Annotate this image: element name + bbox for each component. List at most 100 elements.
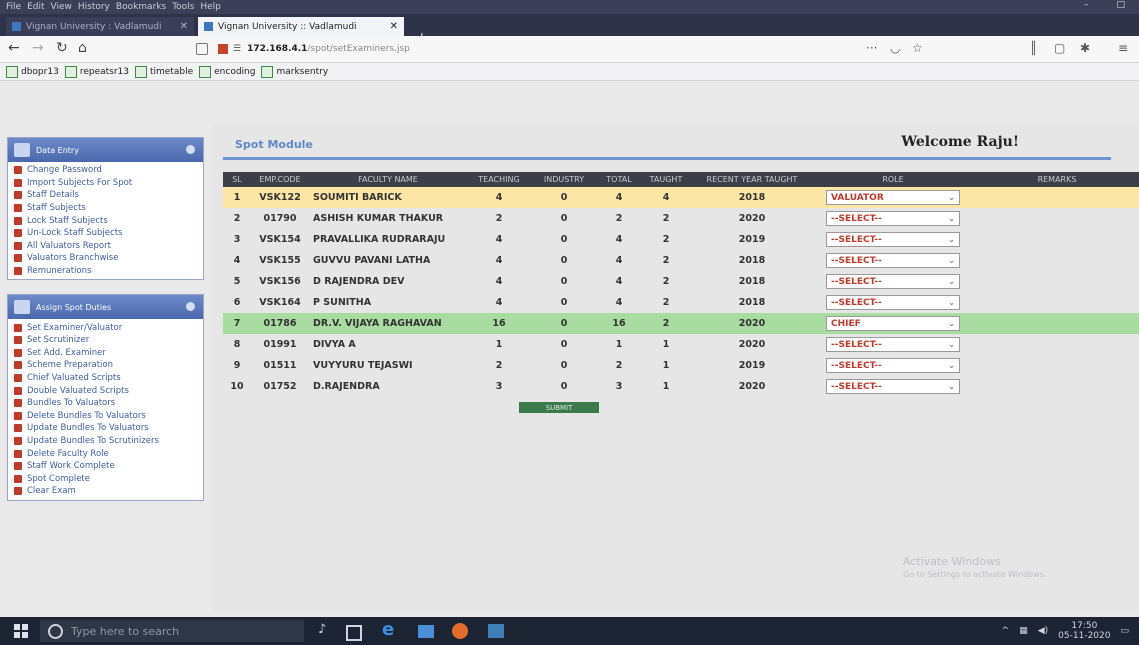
back-icon[interactable]: ← bbox=[8, 40, 20, 56]
task-view-icon[interactable] bbox=[346, 625, 362, 641]
menu-item-icon bbox=[14, 336, 22, 345]
bookmark-item[interactable]: repeatsr13 bbox=[64, 65, 129, 78]
role-select[interactable]: --SELECT-- ⌄ bbox=[826, 358, 960, 373]
sidebar-item-lock-staff-subjects[interactable]: Lock Staff Subjects bbox=[8, 214, 203, 227]
address-bar[interactable]: ☰ 172.168.4.1 /spot/setExaminers.jsp bbox=[196, 40, 946, 58]
sidebar-icon[interactable]: ▢ bbox=[1054, 41, 1065, 55]
bookmark-label: repeatsr13 bbox=[79, 66, 129, 77]
menu-history[interactable]: History bbox=[78, 2, 110, 12]
role-select[interactable]: --SELECT-- ⌄ bbox=[826, 232, 960, 247]
firefox-icon[interactable] bbox=[452, 623, 468, 639]
pocket-icon[interactable]: ◡ bbox=[890, 41, 900, 55]
sidebar-item-clear-exam[interactable]: Clear Exam bbox=[8, 485, 203, 498]
app-icon[interactable] bbox=[488, 624, 504, 638]
sidebar-item-remunerations[interactable]: Remunerations bbox=[8, 265, 203, 278]
menu-edit[interactable]: Edit bbox=[27, 2, 44, 12]
windows-start-icon[interactable] bbox=[14, 624, 28, 638]
sidebar-item-staff-details[interactable]: Staff Details bbox=[8, 189, 203, 202]
permissions-icon[interactable] bbox=[218, 44, 228, 54]
sidebar-item-staff-subjects[interactable]: Staff Subjects bbox=[8, 202, 203, 215]
bookmark-item[interactable]: marksentry bbox=[261, 65, 328, 78]
sidebar-item-un-lock-staff-subjects[interactable]: Un-Lock Staff Subjects bbox=[8, 227, 203, 240]
bookmark-star-icon[interactable]: ☆ bbox=[912, 41, 923, 55]
bookmark-item[interactable]: dbopr13 bbox=[6, 65, 59, 78]
menu-bookmarks[interactable]: Bookmarks bbox=[116, 2, 166, 12]
reload-icon[interactable]: ↻ bbox=[56, 40, 68, 56]
collapse-icon[interactable] bbox=[186, 302, 195, 312]
data-entry-panel: Data Entry Change Password Import Subject… bbox=[7, 137, 204, 281]
close-icon[interactable]: ✕ bbox=[390, 21, 398, 32]
library-icon[interactable]: ║ bbox=[1030, 41, 1037, 55]
browser-menubar: File Edit View History Bookmarks Tools H… bbox=[0, 0, 1139, 14]
tab-active[interactable]: Vignan University :: Vadlamudi ✕ bbox=[198, 17, 404, 36]
industry-cell: 0 bbox=[560, 234, 568, 245]
recent-year-cell: 2019 bbox=[738, 360, 766, 371]
microphone-icon[interactable]: ♪ bbox=[318, 622, 336, 640]
sidebar-item-chief-valuated-scripts[interactable]: Chief Valuated Scripts bbox=[8, 372, 203, 385]
page-actions-icon[interactable]: ··· bbox=[866, 41, 877, 55]
sidebar-item-set-examiner-valuator[interactable]: Set Examiner/Valuator bbox=[8, 321, 203, 334]
sidebar-item-staff-work-complete[interactable]: Staff Work Complete bbox=[8, 460, 203, 473]
sidebar-item-delete-faculty-role[interactable]: Delete Faculty Role bbox=[8, 447, 203, 460]
role-select[interactable]: --SELECT-- ⌄ bbox=[826, 274, 960, 289]
sidebar-item-set-scrutinizer[interactable]: Set Scrutinizer bbox=[8, 334, 203, 347]
sidebar-item-label: Scheme Preparation bbox=[27, 360, 114, 371]
taught-cell: 2 bbox=[662, 213, 670, 224]
minimize-button[interactable]: – bbox=[1084, 0, 1089, 10]
bookmark-label: encoding bbox=[214, 66, 256, 77]
panel-header[interactable]: Assign Spot Duties bbox=[8, 295, 203, 320]
menu-help[interactable]: Help bbox=[200, 2, 221, 12]
sidebar-item-all-valuators-report[interactable]: All Valuators Report bbox=[8, 240, 203, 253]
role-select[interactable]: --SELECT-- ⌄ bbox=[826, 379, 960, 394]
sidebar-item-delete-bundles-to-valuators[interactable]: Delete Bundles To Valuators bbox=[8, 410, 203, 423]
forward-icon[interactable]: → bbox=[32, 40, 44, 56]
taskbar-search[interactable]: Type here to search bbox=[40, 620, 304, 642]
panel-header[interactable]: Data Entry bbox=[8, 138, 203, 162]
menu-icon[interactable]: ≡ bbox=[1118, 41, 1128, 55]
collapse-icon[interactable] bbox=[186, 145, 195, 154]
extension-icon[interactable]: ✱ bbox=[1080, 41, 1090, 55]
sidebar-item-update-bundles-to-valuators[interactable]: Update Bundles To Valuators bbox=[8, 422, 203, 435]
volume-icon[interactable]: ◀) bbox=[1038, 626, 1048, 636]
sidebar-item-spot-complete[interactable]: Spot Complete bbox=[8, 472, 203, 485]
faculty-name-cell: ASHISH KUMAR THAKUR bbox=[313, 213, 444, 224]
sidebar-item-scheme-preparation[interactable]: Scheme Preparation bbox=[8, 359, 203, 372]
menu-tools[interactable]: Tools bbox=[172, 2, 194, 12]
bookmark-item[interactable]: encoding bbox=[199, 65, 256, 78]
submit-button[interactable]: SUBMIT bbox=[519, 402, 599, 413]
maximize-button[interactable]: □ bbox=[1116, 0, 1125, 10]
close-icon[interactable]: ✕ bbox=[180, 21, 188, 32]
teaching-cell: 1 bbox=[495, 339, 503, 350]
sidebar-item-set-add-examiner[interactable]: Set Add. Examiner bbox=[8, 347, 203, 360]
sl-cell: 3 bbox=[233, 234, 241, 245]
sidebar-item-bundles-to-valuators[interactable]: Bundles To Valuators bbox=[8, 397, 203, 410]
sidebar-item-import-subjects-for-spot[interactable]: Import Subjects For Spot bbox=[8, 177, 203, 190]
bookmark-item[interactable]: timetable bbox=[135, 65, 193, 78]
total-cell: 4 bbox=[615, 234, 623, 245]
role-select[interactable]: --SELECT-- ⌄ bbox=[826, 295, 960, 310]
network-icon[interactable]: ▦ bbox=[1019, 626, 1028, 636]
role-select[interactable]: --SELECT-- ⌄ bbox=[826, 337, 960, 352]
sidebar-item-label: Set Scrutinizer bbox=[27, 335, 90, 346]
role-select[interactable]: --SELECT-- ⌄ bbox=[826, 211, 960, 226]
sidebar-item-label: Valuators Branchwise bbox=[27, 253, 119, 264]
clock[interactable]: 17:50 05-11-2020 bbox=[1058, 621, 1110, 641]
role-select[interactable]: VALUATOR ⌄ bbox=[826, 190, 960, 205]
remarks-cell bbox=[973, 292, 1139, 313]
edge-icon[interactable]: e bbox=[382, 619, 400, 640]
total-cell: 4 bbox=[597, 187, 641, 208]
role-select[interactable]: CHIEF ⌄ bbox=[826, 316, 960, 331]
menu-file[interactable]: File bbox=[6, 2, 21, 12]
notifications-icon[interactable]: ▭ bbox=[1120, 626, 1129, 636]
sidebar-item-double-valuated-scripts[interactable]: Double Valuated Scripts bbox=[8, 384, 203, 397]
clock-time: 17:50 bbox=[1071, 621, 1098, 631]
sidebar-item-update-bundles-to-scrutinizers[interactable]: Update Bundles To Scrutinizers bbox=[8, 435, 203, 448]
role-select[interactable]: --SELECT-- ⌄ bbox=[826, 253, 960, 268]
chevron-up-icon[interactable]: ^ bbox=[1002, 626, 1010, 636]
home-icon[interactable]: ⌂ bbox=[78, 40, 87, 56]
tab-inactive[interactable]: Vignan University : Vadlamudi ✕ bbox=[6, 17, 194, 36]
sidebar-item-valuators-branchwise[interactable]: Valuators Branchwise bbox=[8, 252, 203, 265]
sidebar-item-change-password[interactable]: Change Password bbox=[8, 164, 203, 177]
menu-view[interactable]: View bbox=[51, 2, 72, 12]
file-explorer-icon[interactable] bbox=[418, 625, 434, 638]
